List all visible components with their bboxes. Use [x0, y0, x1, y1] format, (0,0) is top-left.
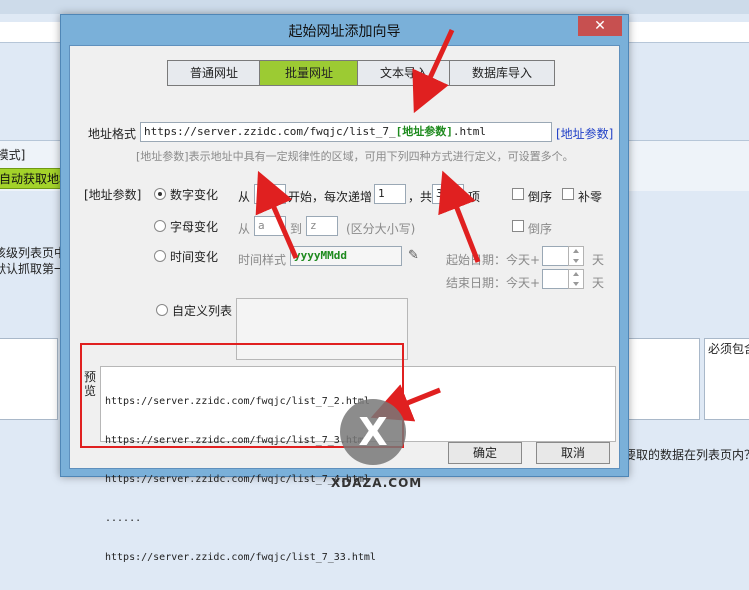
preview-line: https://server.zzidc.com/fwqjc/list_7_33… — [105, 552, 376, 563]
watermark: XDAZA.COM — [331, 476, 423, 490]
close-overlay-icon: X — [340, 399, 406, 465]
arrow-from-count — [438, 170, 481, 263]
preview-ellipsis: ...... — [105, 513, 142, 524]
arrow-from-start — [255, 170, 299, 259]
arrow-to-param — [412, 28, 455, 114]
